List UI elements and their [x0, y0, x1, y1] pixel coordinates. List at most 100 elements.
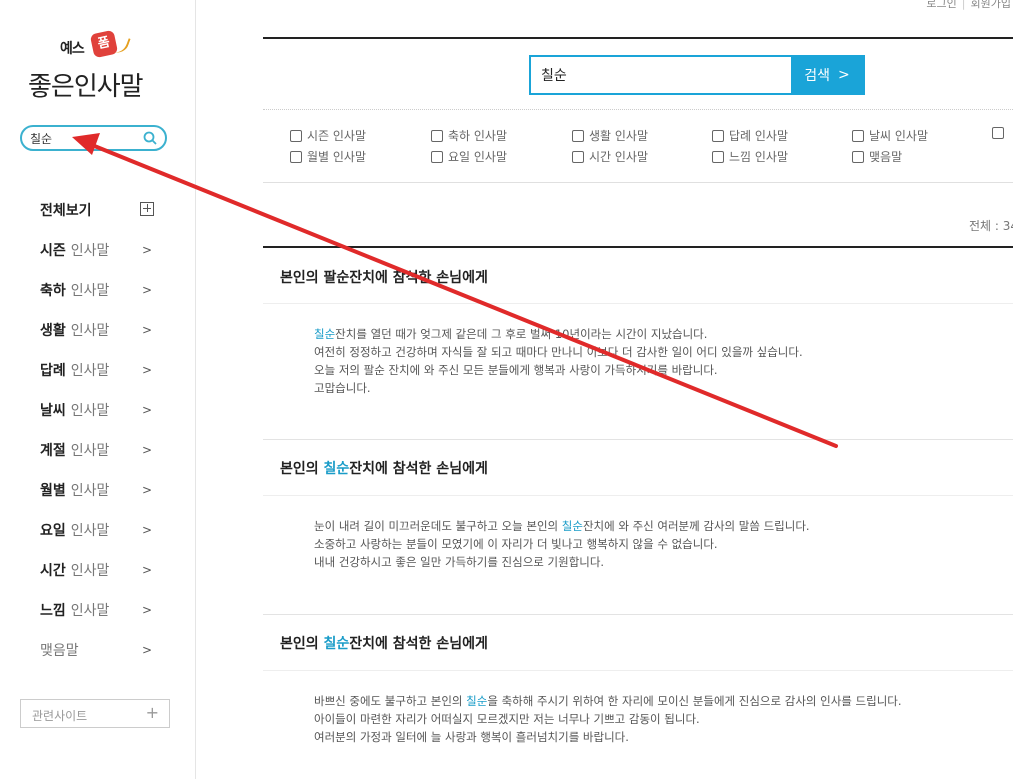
sidebar-item-strong: 요일 [40, 523, 66, 539]
main-search-input[interactable] [541, 65, 781, 85]
keyword-highlight: 칠순 [323, 636, 350, 652]
sidebar-item-strong: 시간 [40, 563, 66, 579]
title-text: 본인의 [280, 270, 324, 286]
body-line: 내내 건강하시고 좋은 일만 가득하기를 진심으로 기원합니다. [314, 555, 605, 569]
checkbox-icon[interactable] [572, 150, 584, 163]
category-checkbox[interactable]: 답례 인사말 [712, 127, 788, 144]
expand-plus-icon[interactable] [140, 202, 154, 216]
category-checkbox[interactable]: 월별 인사말 [290, 148, 366, 165]
checkbox-icon[interactable] [712, 129, 724, 142]
sidebar-item-strong: 생활 [40, 323, 66, 339]
sidebar-item-light: 인사말 [70, 523, 110, 539]
checkbox-icon[interactable] [852, 129, 864, 142]
sidebar-item-monthly[interactable]: 월별 인사말 > [40, 470, 170, 510]
login-link[interactable]: 로그인 [926, 0, 956, 10]
entry-title[interactable]: 본인의 칠순잔치에 참석한 손님에게 [280, 458, 488, 478]
checkbox-icon[interactable] [852, 150, 864, 163]
category-checkbox[interactable]: 축하 인사말 [431, 127, 507, 144]
sidebar-menu: 전체보기 시즌 인사말 > 축하 인사말 > 생활 인사말 > 답례 인사말 > 날씨 인사말 > … [40, 190, 170, 670]
entry-bottom-divider [263, 439, 1013, 440]
search-button-label: 검색 [804, 68, 831, 84]
category-label: 요일 인사말 [448, 150, 508, 164]
sidebar-item-thanks[interactable]: 답례 인사말 > [40, 350, 170, 390]
category-checkbox[interactable]: 시간 인사말 [572, 148, 648, 165]
entry-body: 칠순잔치를 열던 때가 엊그제 같은데 그 후로 벌써 10년이라는 시간이 지… [314, 325, 803, 397]
sidebar-item-closing[interactable]: 맺음말 > [40, 630, 170, 670]
sidebar-search [20, 125, 167, 151]
sidebar-item-strong: 맺음말 [40, 643, 79, 659]
sidebar-search-input[interactable] [30, 130, 140, 146]
sidebar-item-season2[interactable]: 계절 인사말 > [40, 430, 170, 470]
category-checkbox[interactable]: 요일 인사말 [431, 148, 507, 165]
chevron-right-icon: > [141, 523, 152, 537]
sidebar-item-time[interactable]: 시간 인사말 > [40, 550, 170, 590]
sidebar-item-feeling[interactable]: 느낌 인사말 > [40, 590, 170, 630]
body-line: 눈이 내려 길이 미끄러운데도 불구하고 오늘 본인의 칠순잔치에 와 주신 여… [314, 517, 810, 535]
title-text: 잔치에 참석한 손님에게 [349, 636, 488, 652]
sidebar-item-light: 인사말 [70, 603, 110, 619]
sidebar-item-weather[interactable]: 날씨 인사말 > [40, 390, 170, 430]
chevron-right-icon: > [141, 443, 152, 457]
entry-divider [263, 303, 1013, 304]
site-logo[interactable]: 예스 폼 좋은인사말 [28, 29, 168, 107]
total-count: 전체 : 34 [969, 219, 1013, 233]
category-checkbox-partial[interactable] [992, 127, 1004, 139]
search-button[interactable]: 검색 > [791, 57, 863, 93]
related-sites-select[interactable]: 관련사이트 + [20, 699, 170, 728]
checkbox-icon[interactable] [572, 129, 584, 142]
body-line: 아이들이 마련한 자리가 어떠실지 모르겠지만 저는 너무나 기쁘고 감동이 됩… [314, 712, 700, 726]
category-label: 축하 인사말 [448, 129, 508, 143]
search-icon[interactable] [143, 131, 157, 145]
checkbox-icon[interactable] [290, 129, 302, 142]
category-checkbox[interactable]: 맺음말 [852, 148, 902, 165]
category-checkbox[interactable]: 생활 인사말 [572, 127, 648, 144]
sidebar-item-all[interactable]: 전체보기 [40, 190, 170, 230]
category-label: 시즌 인사말 [307, 129, 367, 143]
chevron-right-icon: > [141, 603, 152, 617]
sidebar-item-strong: 월별 [40, 483, 66, 499]
sidebar-item-strong: 날씨 [40, 403, 66, 419]
category-label: 날씨 인사말 [869, 129, 929, 143]
chevron-right-icon: > [141, 283, 152, 297]
category-label: 답례 인사말 [729, 129, 789, 143]
logo-small-text: 예스 [60, 41, 85, 57]
checkbox-icon[interactable] [290, 150, 302, 163]
sidebar-item-light: 인사말 [70, 483, 110, 499]
keyword-highlight: 칠순 [323, 461, 350, 477]
entry-body: 바쁘신 중에도 불구하고 본인의 칠순을 축하해 주시기 위하여 한 자리에 모… [314, 692, 902, 746]
body-line: 소중하고 사랑하는 분들이 모였기에 이 자리가 더 빛나고 행복하지 않을 수… [314, 537, 718, 551]
sidebar-item-weekday[interactable]: 요일 인사말 > [40, 510, 170, 550]
category-checkbox[interactable]: 날씨 인사말 [852, 127, 928, 144]
sidebar-item-life[interactable]: 생활 인사말 > [40, 310, 170, 350]
checkbox-icon[interactable] [431, 129, 443, 142]
signup-link[interactable]: 회원가입 [971, 0, 1011, 10]
entry-title[interactable]: 본인의 칠순잔치에 참석한 손님에게 [280, 633, 488, 653]
chevron-right-icon: > [141, 563, 152, 577]
top-links-divider: | [961, 0, 966, 10]
list-top-divider [263, 246, 1013, 248]
keyword-highlight: 칠순 [466, 694, 488, 708]
body-text: 잔치에 와 주신 여러분께 감사의 말씀 드립니다. [582, 519, 810, 533]
sidebar-item-light: 인사말 [70, 563, 110, 579]
body-line: 여러분의 가정과 일터에 늘 사랑과 행복이 흘러넘치기를 바랍니다. [314, 730, 629, 744]
chevron-right-icon: > [141, 243, 152, 257]
entry-title[interactable]: 본인의 팔순잔치에 참석한 손님에게 [280, 267, 488, 287]
category-checkbox[interactable]: 느낌 인사말 [712, 148, 788, 165]
title-text: 팔순잔치에 참석한 손님에게 [323, 270, 488, 286]
sidebar-item-light: 인사말 [70, 283, 110, 299]
category-label: 시간 인사말 [589, 150, 649, 164]
sidebar-item-strong: 느낌 [40, 603, 66, 619]
checkbox-icon[interactable] [992, 127, 1004, 139]
sidebar-item-season[interactable]: 시즌 인사말 > [40, 230, 170, 270]
checkbox-icon[interactable] [431, 150, 443, 163]
entry-divider [263, 495, 1013, 496]
sidebar-item-congrats[interactable]: 축하 인사말 > [40, 270, 170, 310]
category-label: 느낌 인사말 [729, 150, 789, 164]
keyword-highlight: 칠순 [561, 519, 583, 533]
checkbox-icon[interactable] [712, 150, 724, 163]
category-checkbox[interactable]: 시즌 인사말 [290, 127, 366, 144]
related-sites-label: 관련사이트 [32, 709, 88, 723]
sidebar-item-strong: 시즌 [40, 243, 66, 259]
body-text: 바쁘신 중에도 불구하고 본인의 [314, 694, 467, 708]
title-text: 잔치에 참석한 손님에게 [349, 461, 488, 477]
